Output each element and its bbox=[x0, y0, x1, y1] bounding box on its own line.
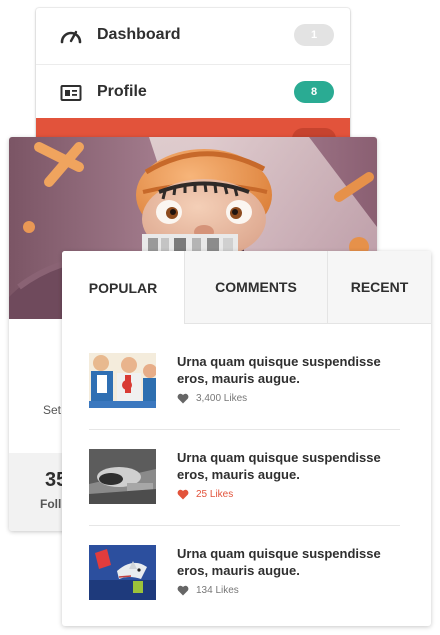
menu-item-label: Profile bbox=[97, 83, 147, 100]
likes-label: 25 Likes bbox=[196, 489, 234, 500]
menu-item-label: Dashboard bbox=[97, 26, 181, 43]
post-thumbnail[interactable] bbox=[89, 449, 156, 504]
likes-count[interactable]: 25 Likes bbox=[177, 489, 233, 500]
likes-label: 134 Likes bbox=[196, 585, 239, 596]
notification-badge: 1 bbox=[294, 24, 334, 46]
notification-badge: 8 bbox=[294, 81, 334, 103]
speedometer-icon bbox=[60, 30, 82, 44]
profile-subtitle: Set bbox=[43, 403, 62, 417]
heart-icon bbox=[177, 489, 189, 500]
post-thumbnail[interactable] bbox=[89, 545, 156, 600]
divider bbox=[89, 429, 400, 430]
tab-popular[interactable]: POPULAR bbox=[62, 251, 185, 324]
list-item[interactable]: Urna quam quisque suspendisse eros, maur… bbox=[89, 449, 400, 521]
heart-icon bbox=[177, 393, 189, 404]
heart-icon bbox=[177, 585, 189, 596]
likes-count[interactable]: 134 Likes bbox=[177, 585, 239, 596]
likes-label: 3,400 Likes bbox=[196, 393, 248, 404]
post-title[interactable]: Urna quam quisque suspendisse eros, maur… bbox=[177, 449, 401, 483]
list-item[interactable]: Urna quam quisque suspendisse eros, maur… bbox=[89, 353, 400, 425]
divider bbox=[89, 525, 400, 526]
post-thumbnail[interactable] bbox=[89, 353, 156, 408]
id-card-icon bbox=[60, 85, 82, 101]
followers-label: Foll bbox=[40, 497, 62, 511]
menu-item-profile[interactable]: Profile 8 bbox=[36, 64, 350, 120]
tab-comments[interactable]: COMMENTS bbox=[185, 251, 328, 323]
tab-bar: POPULAR COMMENTS RECENT bbox=[62, 251, 431, 324]
list-item[interactable]: Urna quam quisque suspendisse eros, maur… bbox=[89, 545, 400, 617]
likes-count[interactable]: 3,400 Likes bbox=[177, 393, 247, 404]
post-title[interactable]: Urna quam quisque suspendisse eros, maur… bbox=[177, 353, 401, 387]
post-title[interactable]: Urna quam quisque suspendisse eros, maur… bbox=[177, 545, 401, 579]
menu-item-dashboard[interactable]: Dashboard 1 bbox=[36, 8, 350, 63]
tab-recent[interactable]: RECENT bbox=[328, 251, 431, 323]
tabs-widget: POPULAR COMMENTS RECENT Urna quam quisqu… bbox=[62, 251, 431, 626]
